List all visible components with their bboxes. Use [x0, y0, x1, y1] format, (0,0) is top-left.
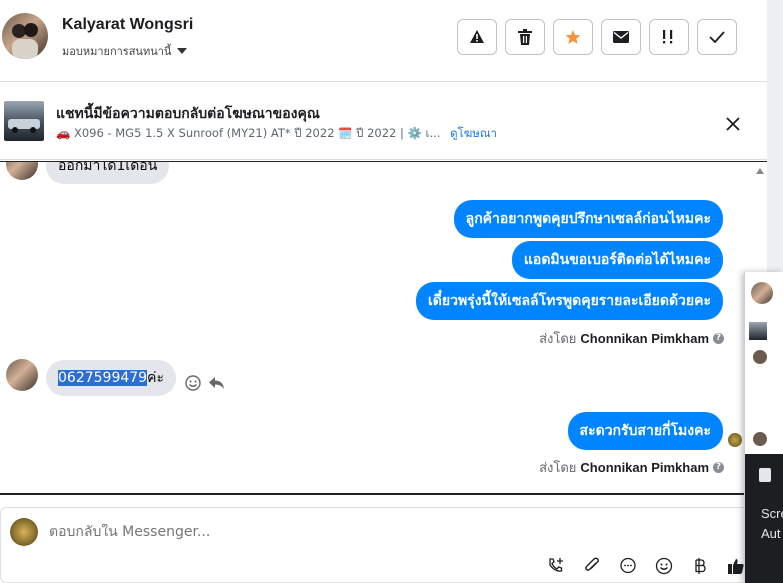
like-button[interactable] — [726, 556, 746, 576]
outgoing-message: แอดมินขอเบอร์ติดต่อได้ไหมคะ — [511, 241, 723, 279]
outgoing-message: ลูกค้าอยากพูดคุยปรึกษาเซลล์ก่อนไหมคะ — [453, 200, 723, 238]
done-button[interactable] — [697, 19, 737, 55]
call-button[interactable] — [546, 556, 566, 576]
flag-exclaim-icon — [663, 30, 673, 44]
chat-bubble-icon — [620, 557, 636, 574]
message-thread[interactable]: ออกมาได้1เดือน ลูกค้าอยากพูดคุยปรึกษาเซล… — [0, 161, 768, 495]
reply-arrow-icon — [209, 377, 224, 389]
mini-avatar — [753, 432, 767, 446]
mark-unread-button[interactable] — [601, 19, 641, 55]
document-icon — [759, 468, 771, 482]
delete-button[interactable] — [505, 19, 545, 55]
incoming-message: 0627599479ค่ะ — [46, 360, 176, 396]
reply-composer — [0, 507, 775, 583]
view-ad-link[interactable]: ดูโฆษณา — [450, 126, 497, 140]
contact-avatar-small — [6, 162, 38, 180]
window-scroll-gutter — [767, 0, 783, 272]
seen-indicator-avatar — [728, 433, 742, 447]
check-icon — [709, 31, 725, 43]
incoming-message: ออกมาได้1เดือน — [46, 162, 170, 184]
ad-thumbnail[interactable] — [4, 101, 44, 141]
chevron-down-icon — [177, 48, 188, 54]
conversation-header: Kalyarat Wongsri มอบหมายการสนทนานี้ — [0, 0, 768, 82]
contact-avatar[interactable] — [2, 13, 48, 59]
mini-ad-thumbnail — [749, 322, 767, 340]
sent-by-name: Chonnikan Pimkham — [580, 331, 709, 346]
selected-phone-number[interactable]: 0627599479 — [58, 370, 148, 386]
sent-by-label: ส่งโดย Chonnikan Pimkham ? — [539, 328, 724, 349]
sent-by-label: ส่งโดย Chonnikan Pimkham ? — [539, 457, 724, 478]
saved-replies-button[interactable] — [618, 556, 638, 576]
ad-banner-description: 🚗 X096 - MG5 1.5 X Sunroof (MY21) AT* ปี… — [56, 125, 497, 143]
sent-by-name: Chonnikan Pimkham — [580, 460, 709, 475]
star-button[interactable] — [553, 19, 593, 55]
smiley-icon — [185, 375, 201, 391]
assign-dropdown[interactable]: มอบหมายการสนทนานี้ — [62, 42, 188, 60]
scroll-up-arrow-icon[interactable] — [756, 168, 764, 174]
envelope-icon — [613, 31, 629, 43]
reply-input[interactable] — [49, 524, 549, 540]
panel-text-line: Scre — [761, 506, 783, 521]
report-button[interactable] — [457, 19, 497, 55]
panel-text-line: Aut — [761, 526, 781, 541]
trash-icon — [518, 29, 532, 45]
baht-icon — [695, 558, 706, 574]
action-toolbar — [457, 19, 737, 55]
help-icon[interactable]: ? — [713, 333, 724, 344]
payment-button[interactable] — [690, 556, 710, 576]
follow-up-button[interactable] — [649, 19, 689, 55]
smiley-icon — [655, 557, 673, 575]
contact-avatar-small — [6, 359, 38, 391]
react-button[interactable] — [185, 375, 201, 396]
composer-toolbar — [546, 556, 746, 576]
close-banner-button[interactable] — [722, 113, 744, 135]
outgoing-message: สะดวกรับสายกี่โมงคะ — [567, 412, 723, 450]
message-suffix: ค่ะ — [147, 370, 164, 386]
ad-description-text: 🚗 X096 - MG5 1.5 X Sunroof (MY21) AT* ปี… — [56, 126, 441, 140]
star-icon — [565, 30, 581, 44]
contact-name[interactable]: Kalyarat Wongsri — [62, 16, 193, 34]
ad-reply-banner: แชทนี้มีข้อความตอบกลับต่อโฆษณาของคุณ 🚗 X… — [0, 83, 768, 160]
sent-by-prefix: ส่งโดย — [539, 332, 577, 347]
phone-plus-icon — [549, 558, 563, 572]
attach-button[interactable] — [582, 556, 602, 576]
secondary-chat-window[interactable]: Scre Aut — [744, 272, 783, 583]
outgoing-message: เดี๋ยวพรุ่งนี้ให้เซลล์โทรพูดคุยรายละเอีย… — [416, 282, 723, 320]
mini-avatar — [751, 282, 773, 304]
ad-banner-title: แชทนี้มีข้อความตอบกลับต่อโฆษณาของคุณ — [56, 106, 320, 122]
warning-icon — [470, 30, 484, 43]
assign-label: มอบหมายการสนทนานี้ — [62, 45, 172, 58]
paperclip-icon — [585, 557, 599, 571]
thumbs-up-icon — [728, 559, 744, 574]
screen-share-panel: Scre Aut — [745, 454, 783, 583]
reply-button[interactable] — [208, 376, 225, 395]
close-icon — [726, 117, 740, 131]
emoji-button[interactable] — [654, 556, 674, 576]
sent-by-prefix: ส่งโดย — [539, 461, 577, 476]
page-avatar — [10, 518, 38, 546]
mini-avatar — [753, 350, 767, 364]
help-icon[interactable]: ? — [713, 462, 724, 473]
